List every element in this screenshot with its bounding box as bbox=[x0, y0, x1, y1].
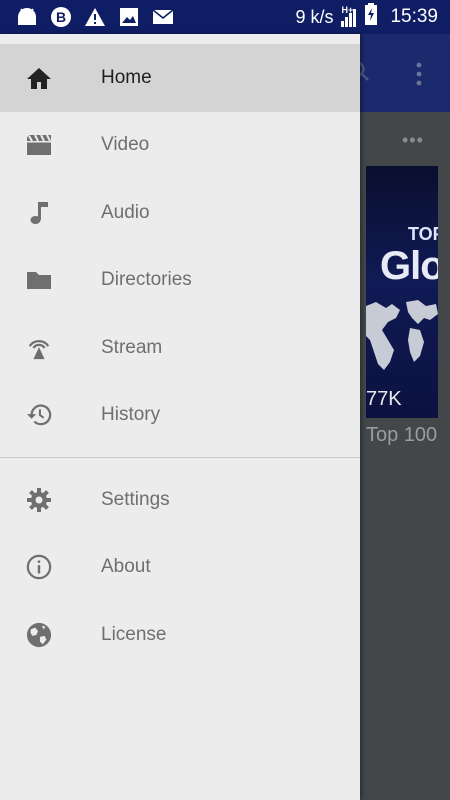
email-icon bbox=[152, 6, 174, 28]
drawer-item-label: License bbox=[101, 623, 167, 645]
item-menu-icon[interactable]: ••• bbox=[402, 130, 424, 151]
drawer-item-home[interactable]: Home bbox=[0, 44, 360, 112]
video-thumbnail[interactable]: TOP Glo 77K bbox=[366, 166, 438, 418]
video-title[interactable]: Top 100 bbox=[366, 424, 437, 447]
gear-icon bbox=[26, 487, 52, 513]
battery-charging-icon bbox=[364, 3, 378, 31]
warning-icon bbox=[84, 6, 106, 28]
navigation-drawer: Home Video Audio Directories Stream Hist… bbox=[0, 34, 360, 800]
drawer-item-directories[interactable]: Directories bbox=[0, 247, 360, 315]
drawer-item-label: Stream bbox=[101, 336, 163, 358]
view-count: 77K bbox=[366, 388, 402, 410]
info-icon bbox=[26, 554, 52, 580]
clock: 15:39 bbox=[390, 6, 438, 27]
folder-icon bbox=[26, 267, 52, 293]
music-note-icon bbox=[26, 200, 52, 226]
network-type: H+ bbox=[341, 5, 354, 15]
drawer-item-label: Video bbox=[101, 134, 150, 156]
status-bar: B 9 k/s H+ 15:39 bbox=[0, 0, 450, 34]
drawer-item-label: Settings bbox=[101, 488, 170, 510]
drawer-item-about[interactable]: About bbox=[0, 534, 360, 602]
drawer-item-video[interactable]: Video bbox=[0, 112, 360, 180]
more-options-icon[interactable] bbox=[412, 60, 426, 88]
thumbnail-text-main: Glo bbox=[380, 244, 438, 288]
drawer-item-label: Home bbox=[101, 66, 152, 88]
globe-icon bbox=[26, 622, 52, 648]
drawer-item-label: Audio bbox=[101, 201, 150, 223]
image-icon bbox=[118, 6, 140, 28]
drawer-item-audio[interactable]: Audio bbox=[0, 179, 360, 247]
world-map-graphic bbox=[366, 300, 438, 370]
network-speed: 9 k/s bbox=[295, 6, 334, 27]
movie-icon bbox=[26, 132, 52, 158]
drawer-item-label: History bbox=[101, 404, 161, 426]
thumbnail-text-top: TOP bbox=[408, 224, 438, 244]
drawer-item-history[interactable]: History bbox=[0, 382, 360, 450]
svg-text:B: B bbox=[56, 9, 66, 25]
drawer-divider bbox=[0, 457, 360, 458]
drawer-item-label: Directories bbox=[101, 269, 192, 291]
drawer-item-label: About bbox=[101, 556, 151, 578]
drawer-item-stream[interactable]: Stream bbox=[0, 314, 360, 382]
history-icon bbox=[26, 402, 52, 428]
drawer-item-settings[interactable]: Settings bbox=[0, 466, 360, 534]
bitcoin-icon: B bbox=[50, 6, 72, 28]
signal-icon: H+ bbox=[341, 5, 357, 27]
drawer-item-license[interactable]: License bbox=[0, 601, 360, 669]
android-icon bbox=[16, 6, 38, 28]
home-icon bbox=[26, 65, 52, 91]
stream-icon bbox=[26, 335, 52, 361]
